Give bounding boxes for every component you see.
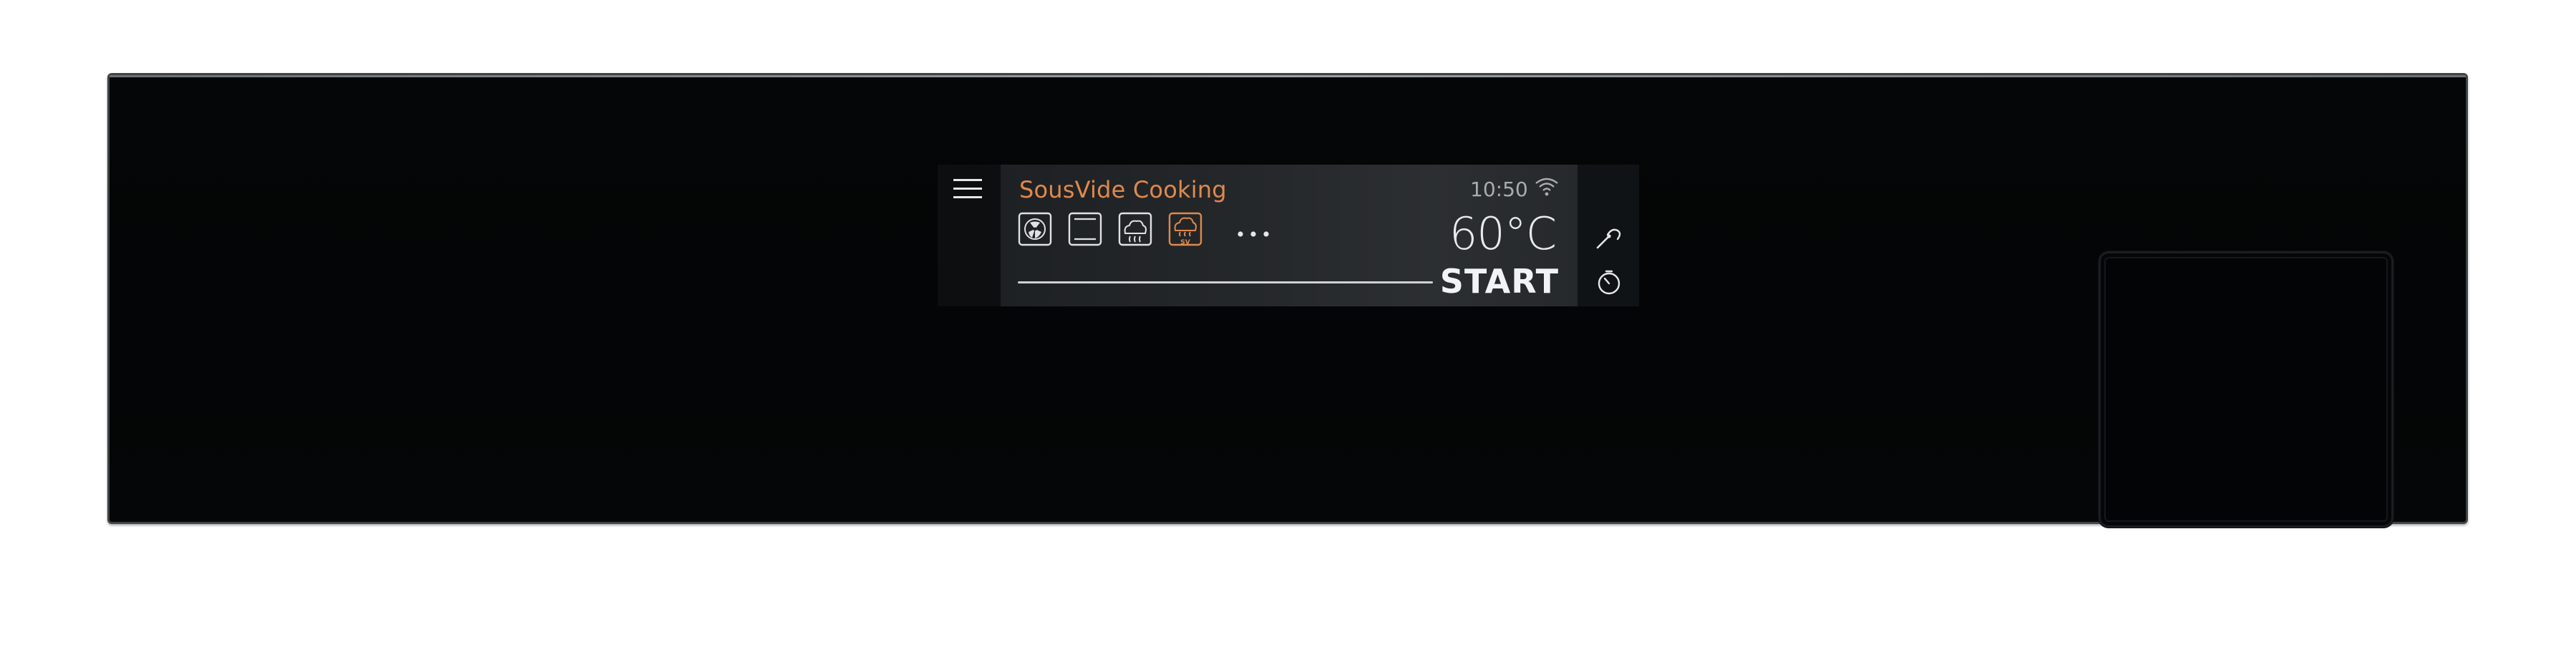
display-right-column bbox=[1578, 165, 1639, 306]
clock-readout: 10:50 bbox=[1470, 178, 1528, 201]
start-button[interactable]: START bbox=[1440, 262, 1559, 301]
sous-vide-mode-icon[interactable]: SV bbox=[1168, 212, 1202, 249]
panel-edge bbox=[110, 75, 2466, 77]
steam-mode-icon[interactable] bbox=[1118, 212, 1152, 249]
food-probe-icon[interactable] bbox=[1593, 223, 1625, 252]
wifi-icon bbox=[1535, 178, 1558, 196]
conventional-mode-icon[interactable] bbox=[1068, 212, 1102, 249]
sous-vide-mode-label: SV bbox=[1180, 239, 1190, 246]
fan-bake-mode-icon[interactable] bbox=[1018, 212, 1052, 249]
timer-icon[interactable] bbox=[1595, 268, 1623, 296]
display-left-column bbox=[938, 165, 1001, 306]
program-title: SousVide Cooking bbox=[1019, 176, 1227, 203]
progress-line bbox=[1018, 281, 1433, 283]
control-knob-recess[interactable] bbox=[2099, 251, 2393, 528]
display-module: SousVide Cooking 10:50 SV 60°C START bbox=[938, 165, 1639, 306]
hamburger-menu-icon[interactable] bbox=[953, 176, 982, 202]
temperature-readout[interactable]: 60°C bbox=[1449, 208, 1557, 260]
more-dots-icon[interactable] bbox=[1237, 230, 1270, 238]
display-screen: SousVide Cooking 10:50 SV 60°C START bbox=[1001, 165, 1578, 306]
oven-control-panel: SousVide Cooking 10:50 SV 60°C START bbox=[107, 73, 2468, 528]
